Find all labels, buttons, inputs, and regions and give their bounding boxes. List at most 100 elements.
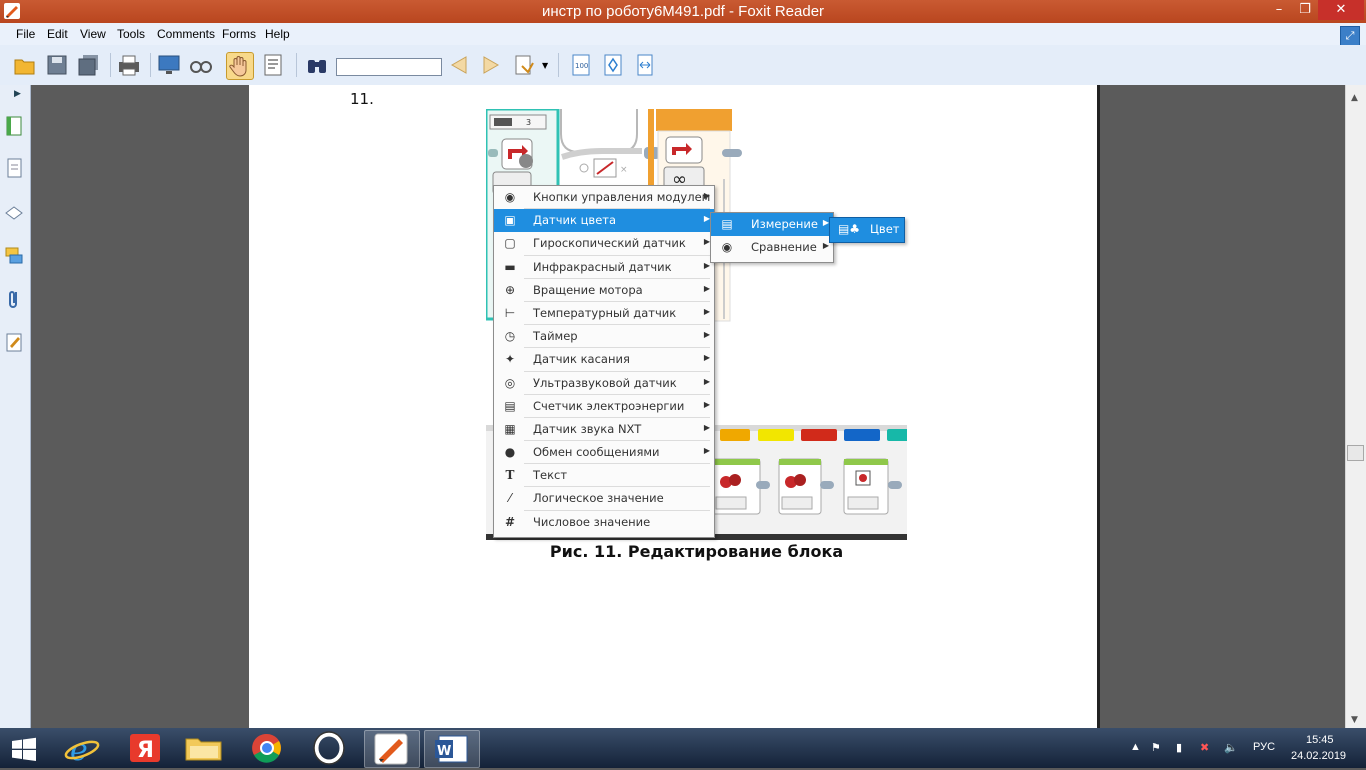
menu-item-touch-sensor[interactable]: ✦ Датчик касания ▶ [494, 348, 714, 372]
save-all-button[interactable] [76, 52, 102, 78]
fit-width-icon [637, 54, 653, 76]
comment-options-button[interactable] [512, 52, 538, 78]
color-sensor-submenu: ▤ Измерение ▶ ◉ Сравнение ▶ [710, 212, 834, 263]
menu-item-temperature-sensor[interactable]: ⊢ Температурный датчик ▶ [494, 302, 714, 326]
submenu-item-color[interactable]: ▤♣ Цвет [830, 218, 904, 241]
menu-tools[interactable]: Tools [117, 27, 145, 41]
read-mode-button[interactable] [188, 52, 214, 78]
menu-item-brick-buttons[interactable]: ◉ Кнопки управления модулем ▶ [494, 186, 714, 210]
expand-panel-icon[interactable]: ▶ [14, 89, 21, 99]
navigation-panel: ▶ [0, 85, 31, 728]
signatures-icon[interactable] [4, 331, 24, 353]
hand-icon [229, 56, 247, 77]
save-button[interactable] [44, 52, 70, 78]
menu-item-sound-sensor[interactable]: ▦ Датчик звука NXT ▶ [494, 418, 714, 442]
menu-item-text[interactable]: T Текст [494, 464, 714, 488]
menu-comments[interactable]: Comments [157, 27, 215, 41]
vertical-scrollbar[interactable]: ▲ ▼ [1345, 85, 1366, 728]
comment-options-icon [515, 55, 534, 75]
close-button[interactable]: ✕ [1318, 0, 1364, 20]
clock-time[interactable]: 15:45 [1306, 734, 1334, 746]
taskbar-word[interactable]: W [424, 730, 480, 768]
restore-button[interactable]: ❐ [1292, 0, 1318, 20]
print-button[interactable] [116, 52, 142, 78]
volume-icon[interactable]: 🔈 [1224, 741, 1238, 754]
fit-width-button[interactable] [632, 52, 658, 78]
svg-text:Я: Я [137, 738, 154, 763]
restore-icon: ❐ [1299, 2, 1311, 17]
hand-tool-button[interactable] [226, 52, 254, 80]
clock-date[interactable]: 24.02.2019 [1291, 750, 1346, 762]
menu-item-number[interactable]: # Числовое значение [494, 511, 714, 534]
scroll-down-icon[interactable]: ▼ [1351, 715, 1358, 725]
taskbar-foxit-reader[interactable] [364, 730, 420, 768]
expand-ribbon-icon[interactable]: ⤢ [1340, 26, 1360, 46]
palette-swatch [887, 429, 907, 441]
find-next-button[interactable] [478, 52, 504, 78]
fit-page-button[interactable] [600, 52, 626, 78]
start-button[interactable] [2, 730, 46, 766]
taskbar: e Я W ▲ ⚑ ▮ ✖ 🔈 РУС 15:45 24.02.2019 [0, 728, 1366, 768]
color-icon: ▤♣ [837, 222, 861, 236]
menu-item-gyro-sensor[interactable]: ▢ Гироскопический датчик ▶ [494, 232, 714, 256]
measure-submenu: ▤♣ Цвет [829, 217, 905, 243]
submenu-item-compare[interactable]: ◉ Сравнение ▶ [711, 236, 833, 259]
menu-item-logic[interactable]: ⁄ Логическое значение [494, 487, 714, 511]
menu-item-ultrasonic-sensor[interactable]: ◎ Ультразвуковой датчик ▶ [494, 372, 714, 395]
fit-page-icon [604, 54, 622, 76]
attachments-icon[interactable] [4, 288, 24, 310]
dropdown-arrow-icon[interactable]: ▼ [542, 61, 548, 70]
taskbar-internet-explorer[interactable]: e [56, 730, 110, 768]
fullscreen-button[interactable] [156, 52, 182, 78]
language-indicator[interactable]: РУС [1253, 741, 1275, 753]
minimize-icon: – [1275, 2, 1283, 17]
binoculars-icon [308, 60, 326, 73]
battery-icon[interactable]: ▮ [1176, 741, 1182, 754]
close-icon: ✕ [1335, 2, 1347, 17]
menu-file[interactable]: File [16, 27, 35, 41]
menu-item-messaging[interactable]: ● Обмен сообщениями ▶ [494, 441, 714, 465]
logic-icon: ⁄ [508, 491, 511, 506]
taskbar-opera[interactable] [302, 730, 356, 766]
menu-edit[interactable]: Edit [47, 27, 68, 41]
chevron-right-icon: ▶ [703, 376, 710, 386]
find-input[interactable] [336, 58, 442, 76]
find-button[interactable] [304, 52, 330, 78]
menu-item-motor-rotation[interactable]: ⊕ Вращение мотора ▶ [494, 279, 714, 302]
chevron-right-icon: ▶ [703, 283, 710, 293]
taskbar-chrome[interactable] [240, 730, 294, 766]
minimize-button[interactable]: – [1266, 0, 1292, 20]
comments-panel-icon[interactable] [4, 245, 24, 267]
chevron-right-icon: ▶ [703, 446, 710, 456]
menu-view[interactable]: View [80, 27, 106, 41]
network-error-icon[interactable]: ✖ [1200, 741, 1209, 754]
pages-icon[interactable] [4, 157, 24, 179]
show-hidden-icons[interactable]: ▲ [1130, 741, 1141, 753]
menu-item-infrared-sensor[interactable]: ▬ Инфракрасный датчик ▶ [494, 256, 714, 279]
text-icon: T [505, 468, 515, 483]
menu-item-timer[interactable]: ◷ Таймер ▶ [494, 325, 714, 349]
chevron-right-icon: ▶ [703, 330, 710, 340]
menu-forms[interactable]: Forms [222, 27, 256, 41]
layers-icon[interactable] [4, 201, 24, 223]
palette-swatch [758, 429, 794, 441]
find-previous-button[interactable] [446, 52, 472, 78]
open-button[interactable] [12, 52, 38, 78]
submenu-item-measure[interactable]: ▤ Измерение ▶ [711, 213, 833, 237]
menu-help[interactable]: Help [265, 27, 290, 41]
scrollbar-thumb[interactable] [1347, 445, 1364, 461]
taskbar-file-explorer[interactable] [176, 730, 230, 766]
printer-icon [119, 55, 139, 76]
scroll-up-icon[interactable]: ▲ [1351, 93, 1358, 103]
chevron-right-icon: ▶ [703, 191, 710, 200]
menu-item-color-sensor[interactable]: ▣ Датчик цвета ▶ [494, 209, 714, 233]
color-sensor-icon: ▣ [504, 213, 516, 228]
svg-text:100: 100 [575, 62, 588, 70]
bookmarks-icon[interactable] [4, 115, 24, 137]
taskbar-yandex[interactable]: Я [118, 730, 172, 766]
select-text-button[interactable] [260, 52, 286, 78]
actual-size-button[interactable]: 100 [568, 52, 594, 78]
sensor-context-menu: ◉ Кнопки управления модулем ▶ ▣ Датчик цвет… [493, 185, 715, 538]
menu-item-energy-meter[interactable]: ▤ Счетчик электроэнергии ▶ [494, 395, 714, 418]
action-center-flag-icon[interactable]: ⚑ [1151, 741, 1161, 754]
